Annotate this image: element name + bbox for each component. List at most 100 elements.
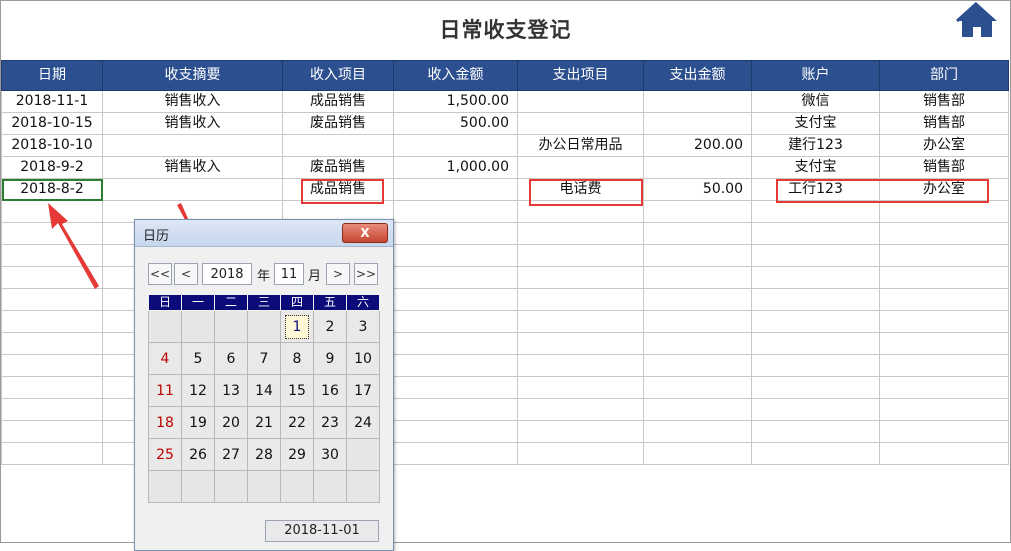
cell-income-item[interactable]: 废品销售 [282,112,394,135]
cell-expense-amount[interactable] [643,398,752,421]
cell-expense-item[interactable] [517,354,644,377]
cell-expense-amount[interactable]: 50.00 [643,178,752,201]
cell-income-amount[interactable] [393,398,518,421]
calendar-day[interactable]: 19 [181,406,215,439]
cell-account[interactable] [751,398,880,421]
cell-income-amount[interactable]: 500.00 [393,112,518,135]
cell-account[interactable] [751,442,880,465]
calendar-day[interactable]: 4 [148,342,182,375]
cell-expense-item[interactable] [517,288,644,311]
calendar-day[interactable]: 16 [313,374,347,407]
cell-income-item[interactable]: 成品销售 [282,178,394,201]
cell-expense-item[interactable] [517,442,644,465]
calendar-day[interactable]: 5 [181,342,215,375]
cell-account[interactable]: 支付宝 [751,156,880,179]
cell-date[interactable] [1,200,103,223]
home-icon[interactable] [953,0,1001,40]
cell-account[interactable] [751,332,880,355]
cell-summary[interactable]: 销售收入 [102,90,283,113]
cell-department[interactable]: 办公室 [879,178,1009,201]
cell-summary[interactable]: 销售收入 [102,112,283,135]
col-header-account[interactable]: 账户 [751,60,880,91]
cell-summary[interactable] [102,134,283,157]
cell-account[interactable] [751,288,880,311]
col-header-summary[interactable]: 收支摘要 [102,60,283,91]
cell-expense-amount[interactable] [643,244,752,267]
col-header-income-item[interactable]: 收入项目 [282,60,394,91]
calendar-day[interactable]: 12 [181,374,215,407]
cell-date[interactable] [1,244,103,267]
calendar-day[interactable]: 2 [313,310,347,343]
cell-account[interactable]: 工行123 [751,178,880,201]
cell-date[interactable]: 2018-8-2 [1,178,103,201]
cell-income-item[interactable]: 成品销售 [282,90,394,113]
cell-expense-item[interactable] [517,200,644,223]
calendar-day[interactable]: 29 [280,438,314,471]
cell-account[interactable] [751,420,880,443]
col-header-expense-amount[interactable]: 支出金额 [643,60,752,91]
cell-income-amount[interactable] [393,288,518,311]
cell-expense-item[interactable] [517,398,644,421]
calendar-day[interactable]: 26 [181,438,215,471]
calendar-day[interactable]: 11 [148,374,182,407]
cell-department[interactable] [879,332,1009,355]
cell-expense-item[interactable] [517,112,644,135]
calendar-day[interactable]: 30 [313,438,347,471]
cell-department[interactable] [879,354,1009,377]
cell-date[interactable] [1,222,103,245]
cell-expense-item[interactable] [517,90,644,113]
close-button[interactable]: X [342,223,388,243]
cell-department[interactable] [879,310,1009,333]
calendar-day[interactable]: 18 [148,406,182,439]
cell-department[interactable]: 办公室 [879,134,1009,157]
cell-expense-item[interactable]: 办公日常用品 [517,134,644,157]
year-field[interactable]: 2018 [202,263,252,285]
next-button[interactable]: > [326,263,350,285]
cell-income-amount[interactable]: 1,500.00 [393,90,518,113]
cell-department[interactable] [879,200,1009,223]
cell-account[interactable]: 建行123 [751,134,880,157]
cell-department[interactable] [879,266,1009,289]
cell-date[interactable] [1,420,103,443]
cell-expense-amount[interactable]: 200.00 [643,134,752,157]
cell-date[interactable] [1,442,103,465]
cell-department[interactable]: 销售部 [879,156,1009,179]
cell-account[interactable] [751,244,880,267]
calendar-day[interactable]: 21 [247,406,281,439]
calendar-day[interactable]: 10 [346,342,380,375]
cell-account[interactable] [751,354,880,377]
calendar-day[interactable]: 3 [346,310,380,343]
calendar-day[interactable]: 13 [214,374,248,407]
cell-expense-item[interactable] [517,266,644,289]
cell-account[interactable] [751,310,880,333]
cell-expense-amount[interactable] [643,288,752,311]
calendar-day[interactable]: 27 [214,438,248,471]
calendar-day[interactable]: 8 [280,342,314,375]
cell-income-amount[interactable] [393,200,518,223]
calendar-day[interactable]: 14 [247,374,281,407]
cell-income-amount[interactable] [393,310,518,333]
cell-income-amount[interactable] [393,442,518,465]
cell-expense-amount[interactable] [643,310,752,333]
cell-department[interactable] [879,420,1009,443]
cell-date[interactable] [1,310,103,333]
col-header-expense-item[interactable]: 支出项目 [517,60,644,91]
cell-income-amount[interactable] [393,134,518,157]
calendar-day[interactable]: 28 [247,438,281,471]
cell-income-amount[interactable] [393,354,518,377]
cell-income-amount[interactable] [393,376,518,399]
cell-account[interactable] [751,376,880,399]
cell-department[interactable] [879,376,1009,399]
calendar-day[interactable]: 9 [313,342,347,375]
cell-expense-amount[interactable] [643,376,752,399]
cell-income-amount[interactable] [393,420,518,443]
cell-expense-amount[interactable] [643,442,752,465]
cell-income-amount[interactable] [393,244,518,267]
first-year-button[interactable]: << [148,263,172,285]
cell-expense-item[interactable] [517,420,644,443]
col-header-income-amount[interactable]: 收入金额 [393,60,518,91]
cell-account[interactable] [751,200,880,223]
cell-expense-amount[interactable] [643,420,752,443]
calendar-day[interactable]: 17 [346,374,380,407]
cell-department[interactable] [879,442,1009,465]
